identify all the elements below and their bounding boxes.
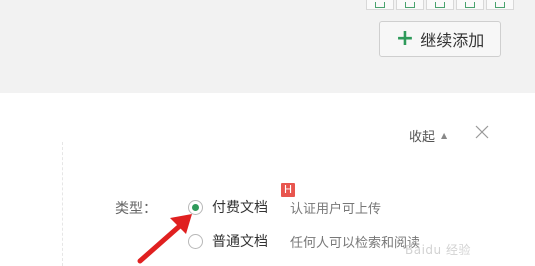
toolbar-icon[interactable]: [456, 0, 484, 10]
option-name: 普通文档: [212, 234, 268, 250]
watermark: Baidu 经验: [405, 243, 471, 257]
collapse-button[interactable]: 收起 ▲: [409, 126, 447, 145]
continue-add-label: 继续添加: [420, 31, 485, 50]
option-description: 任何人可以检索和阅读: [290, 235, 421, 251]
hot-badge: H: [281, 183, 295, 197]
plus-icon: +: [395, 26, 415, 51]
top-icon-strip: [366, 0, 535, 11]
toolbar-icon[interactable]: [486, 0, 514, 10]
close-icon[interactable]: [474, 124, 490, 140]
toolbar-icon[interactable]: [426, 0, 454, 10]
continue-add-button[interactable]: + 继续添加: [379, 21, 501, 57]
radio-option-paid-doc[interactable]: 付费文档 认证用户可上传: [188, 197, 381, 217]
option-name: 付费文档: [212, 200, 268, 216]
collapse-label: 收起: [409, 130, 436, 145]
radio-option-normal-doc[interactable]: 普通文档 任何人可以检索和阅读: [188, 231, 420, 251]
panel-left-divider: [62, 142, 63, 266]
option-description: 认证用户可上传: [290, 201, 382, 217]
toolbar-icon[interactable]: [366, 0, 394, 10]
red-arrow-annotation: [137, 214, 192, 264]
caret-up-icon: ▲: [441, 131, 448, 140]
toolbar-icon[interactable]: [396, 0, 424, 10]
